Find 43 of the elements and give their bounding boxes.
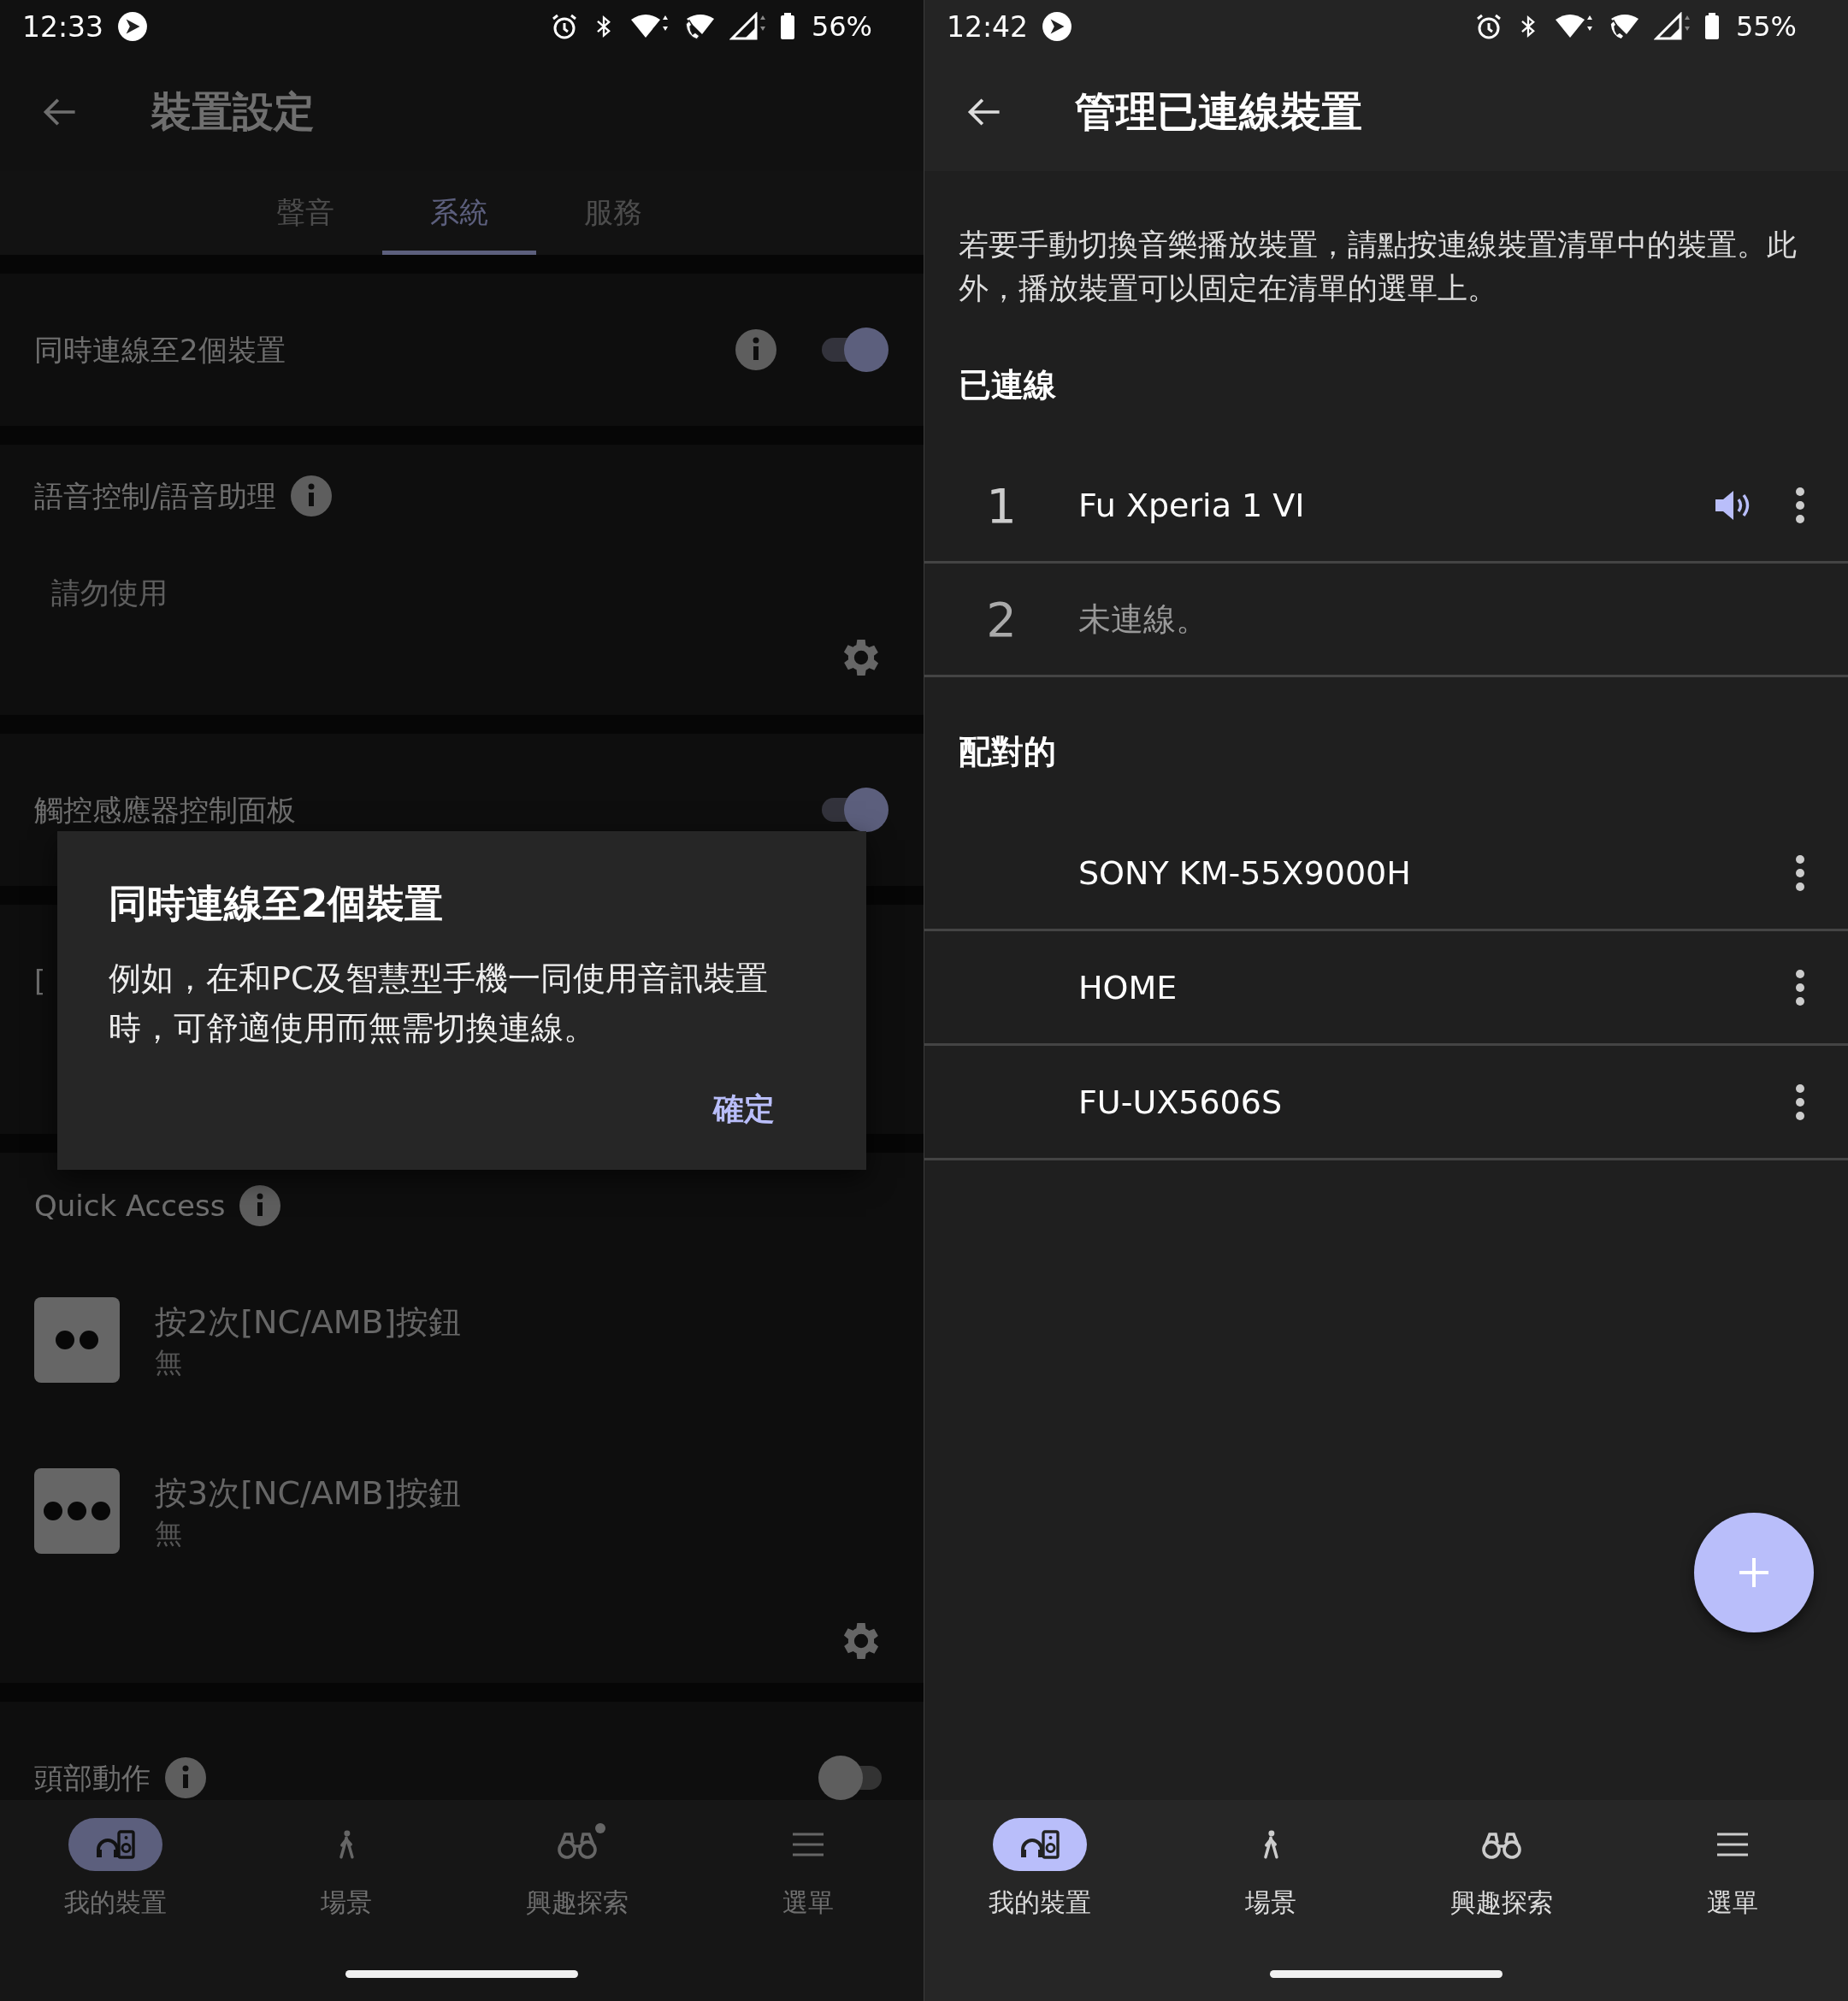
nav-tab[interactable]: 興趣探索 <box>1386 1800 1617 2001</box>
setting-label: Quick Access <box>34 1189 226 1223</box>
device-row[interactable]: 2 未連線。 <box>924 564 1848 677</box>
nav-tab[interactable]: 場景 <box>1155 1800 1386 2001</box>
device-slot-number: 1 <box>986 477 1017 534</box>
nav-tab[interactable]: 場景 <box>231 1800 462 2001</box>
status-time: 12:33 <box>22 9 104 44</box>
device-row[interactable]: FU-UX5606S <box>924 1046 1848 1160</box>
device-name: 未連線。 <box>1078 599 1208 640</box>
action-title: 按2次[NC/AMB]按鈕 <box>155 1302 462 1343</box>
nav-tab[interactable]: 選單 <box>693 1800 924 2001</box>
setting-label: 語音控制/語音助理 <box>34 479 277 513</box>
section-heading: 已連線 <box>959 365 1056 405</box>
screen-title: 管理已連線裝置 <box>1075 86 1362 137</box>
section-heading: 配對的 <box>959 732 1056 772</box>
confirm-button[interactable]: 確定 <box>696 1078 792 1141</box>
nav-tab[interactable]: 我的裝置 <box>0 1800 231 2001</box>
action-value: 無 <box>155 1345 182 1380</box>
battery-percent: 55% <box>1735 10 1797 43</box>
device-name: HOME <box>1078 968 1178 1006</box>
device-name: SONY KM-55X9000H <box>1078 853 1411 892</box>
nav-tab[interactable]: 興趣探索 <box>462 1800 693 2001</box>
nav-tab[interactable]: 選單 <box>1617 1800 1848 2001</box>
battery-percent: 56% <box>811 10 872 43</box>
setting-label: 頭部動作 <box>34 1761 151 1795</box>
setting-label: [ <box>34 964 46 998</box>
action-value: 無 <box>155 1516 182 1551</box>
setting-value: 請勿使用 <box>51 576 168 610</box>
device-row[interactable]: SONY KM-55X9000H <box>924 817 1848 931</box>
dialog-message: 例如，在和PC及智慧型手機一同使用音訊裝置時，可舒適使用而無需切換連線。 <box>109 959 770 1048</box>
nav-tab[interactable]: 我的裝置 <box>924 1800 1155 2001</box>
status-time: 12:42 <box>947 9 1029 44</box>
description-text: 若要手動切換音樂播放裝置，請點按連線裝置清單中的裝置。此外，播放裝置可以固定在清單的選單上。 <box>958 227 1798 307</box>
setting-label: 同時連線至2個裝置 <box>34 333 286 367</box>
dialog-title: 同時連線至2個裝置 <box>109 880 444 928</box>
device-name: FU-UX5606S <box>1078 1083 1283 1121</box>
device-name: Fu Xperia 1 VI <box>1078 487 1305 524</box>
device-row[interactable]: 1 Fu Xperia 1 VI <box>924 450 1848 564</box>
screen-title: 裝置設定 <box>151 86 315 137</box>
action-title: 按3次[NC/AMB]按鈕 <box>155 1473 462 1514</box>
device-slot-number: 2 <box>986 591 1017 647</box>
setting-label: 觸控感應器控制面板 <box>34 793 296 827</box>
device-row[interactable]: HOME <box>924 931 1848 1046</box>
